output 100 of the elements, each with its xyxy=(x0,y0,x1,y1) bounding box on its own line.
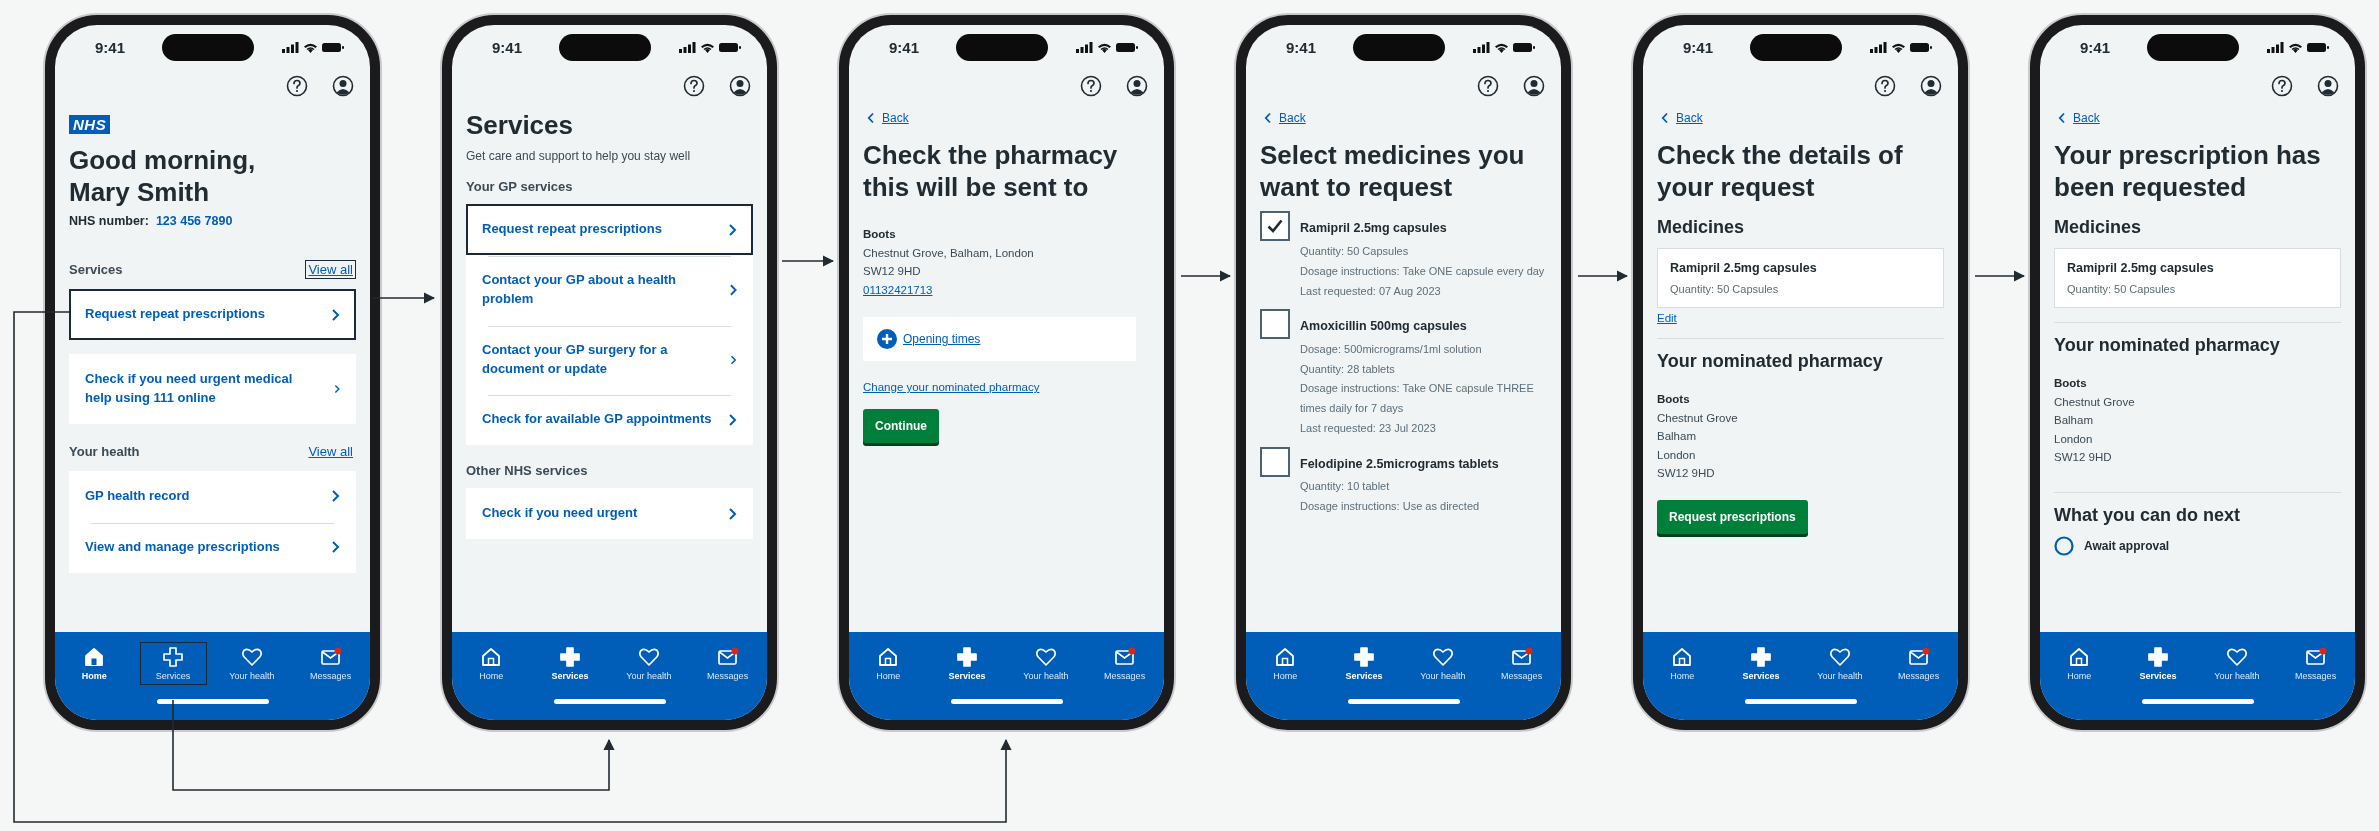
primary-button[interactable]: Continue xyxy=(863,409,939,444)
view-all-link[interactable]: View all xyxy=(305,442,356,461)
nav-link-item[interactable]: Request repeat prescriptions xyxy=(466,204,753,256)
nav-link-item[interactable]: Contact your GP about a health problem xyxy=(466,255,753,325)
chevron-left-icon xyxy=(1661,112,1669,124)
medicine-detail: Dosage instructions: Use as directed xyxy=(1300,499,1481,515)
tab-item[interactable]: Home xyxy=(61,642,128,685)
nav-link-item[interactable]: Request repeat prescriptions xyxy=(69,289,356,341)
chevron-left-icon xyxy=(1264,112,1272,124)
flow-arrow xyxy=(1577,270,1629,282)
wifi-icon xyxy=(303,41,318,53)
back-link[interactable]: Back xyxy=(1661,111,1703,125)
flow-arrow xyxy=(781,255,835,267)
tab-item[interactable]: Home xyxy=(1252,642,1319,685)
battery-icon xyxy=(1910,41,1932,53)
help-icon[interactable] xyxy=(683,75,705,97)
account-icon[interactable] xyxy=(2317,75,2339,97)
checkbox[interactable] xyxy=(1260,446,1290,477)
back-link[interactable]: Back xyxy=(867,111,909,125)
home-icon xyxy=(480,646,503,668)
tab-item[interactable]: Your health xyxy=(615,642,683,685)
medicine-detail: Dosage: 500micrograms/1ml solution xyxy=(1300,341,1483,357)
tab-item[interactable]: Services xyxy=(536,642,604,685)
tab-item[interactable]: Services xyxy=(139,642,207,685)
cross-icon xyxy=(2147,646,2170,668)
tab-item[interactable]: Your health xyxy=(218,642,286,685)
opening-times-expander[interactable]: Opening times xyxy=(863,317,1136,362)
medicine-detail: Dosage instructions: Take ONE capsule every day xyxy=(1300,263,1545,279)
view-all-link[interactable]: View all xyxy=(305,260,356,280)
nhs-number-label: NHS number: xyxy=(69,214,149,229)
nav-link-item[interactable]: View and manage prescriptions xyxy=(69,521,356,573)
page-title: Your prescription has been requested xyxy=(2054,139,2322,204)
nav-link-item[interactable]: Check for available GP appointments xyxy=(466,394,753,446)
account-icon[interactable] xyxy=(1126,75,1148,97)
section-heading: What you can do next xyxy=(2054,505,2240,527)
account-icon[interactable] xyxy=(729,75,751,97)
chevron-right-icon xyxy=(728,222,737,237)
home-icon xyxy=(83,646,106,668)
tab-item[interactable]: Messages xyxy=(1885,642,1952,685)
back-link[interactable]: Back xyxy=(1264,111,1306,125)
tab-item[interactable]: Messages xyxy=(297,642,364,685)
tab-item[interactable]: Your health xyxy=(1409,642,1477,685)
tab-item[interactable]: Services xyxy=(1727,642,1795,685)
chevron-right-icon xyxy=(728,506,737,521)
help-icon[interactable] xyxy=(1477,75,1499,97)
help-icon[interactable] xyxy=(286,75,308,97)
signal-icon xyxy=(2267,41,2284,53)
tab-item[interactable]: Messages xyxy=(2282,642,2349,685)
checkbox[interactable] xyxy=(1260,309,1290,340)
nav-link-item[interactable]: Check if you need urgent xyxy=(466,488,753,540)
address-line: London xyxy=(1657,447,1697,463)
back-link[interactable]: Back xyxy=(2058,111,2100,125)
tab-item[interactable]: Home xyxy=(458,642,525,685)
battery-icon xyxy=(1513,41,1535,53)
help-icon[interactable] xyxy=(2271,75,2293,97)
chevron-left-icon xyxy=(867,112,875,124)
cross-icon xyxy=(956,646,979,668)
tab-item[interactable]: Messages xyxy=(1488,642,1555,685)
address-line: SW12 9HD xyxy=(2054,450,2113,466)
tab-item[interactable]: Messages xyxy=(694,642,761,685)
tab-item[interactable]: Messages xyxy=(1091,642,1158,685)
chevron-right-icon xyxy=(728,282,737,297)
heart-icon xyxy=(2225,646,2248,668)
address-line: Balham xyxy=(1657,429,1697,445)
signal-icon xyxy=(1473,41,1490,53)
phone-link[interactable]: 01132421713 xyxy=(863,280,1034,300)
medicine-detail: Quantity: 50 Capsules xyxy=(2067,283,2177,296)
tab-item[interactable]: Services xyxy=(933,642,1001,685)
nav-link-item[interactable]: Check if you need urgent medical help using 111 online xyxy=(69,354,356,424)
battery-icon xyxy=(2307,41,2329,53)
heart-icon xyxy=(1828,646,1851,668)
account-icon[interactable] xyxy=(1523,75,1545,97)
status-time: 9:41 xyxy=(1286,38,1317,56)
home-icon xyxy=(877,646,900,668)
account-icon[interactable] xyxy=(1920,75,1942,97)
change-pharmacy-link[interactable]: Change your nominated pharmacy xyxy=(863,381,1040,394)
account-icon[interactable] xyxy=(332,75,354,97)
tab-item[interactable]: Your health xyxy=(1806,642,1874,685)
primary-button[interactable]: Request prescriptions xyxy=(1657,500,1808,535)
nav-link-item[interactable]: GP health record xyxy=(69,471,356,522)
battery-icon xyxy=(719,41,741,53)
section-title: Your GP services xyxy=(466,179,573,195)
tab-item[interactable]: Home xyxy=(1649,642,1716,685)
plus-circle-icon xyxy=(877,329,897,350)
help-icon[interactable] xyxy=(1080,75,1102,97)
tab-item[interactable]: Home xyxy=(855,642,922,685)
tab-item[interactable]: Home xyxy=(2046,642,2113,685)
address-line: Chestnut Grove, Balham, London xyxy=(863,245,1034,261)
address-line: SW12 9HD xyxy=(1657,466,1716,482)
tab-item[interactable]: Services xyxy=(2124,642,2192,685)
status-time: 9:41 xyxy=(1683,38,1714,56)
checkbox[interactable] xyxy=(1260,211,1290,242)
tab-item[interactable]: Services xyxy=(1330,642,1398,685)
nav-link-item[interactable]: Contact your GP surgery for a document or update xyxy=(466,324,753,395)
chevron-right-icon xyxy=(728,412,737,427)
pharmacy-name: Boots xyxy=(863,227,897,243)
edit-link[interactable]: Edit xyxy=(1657,312,1677,325)
help-icon[interactable] xyxy=(1874,75,1896,97)
tab-item[interactable]: Your health xyxy=(2203,642,2271,685)
tab-item[interactable]: Your health xyxy=(1012,642,1080,685)
